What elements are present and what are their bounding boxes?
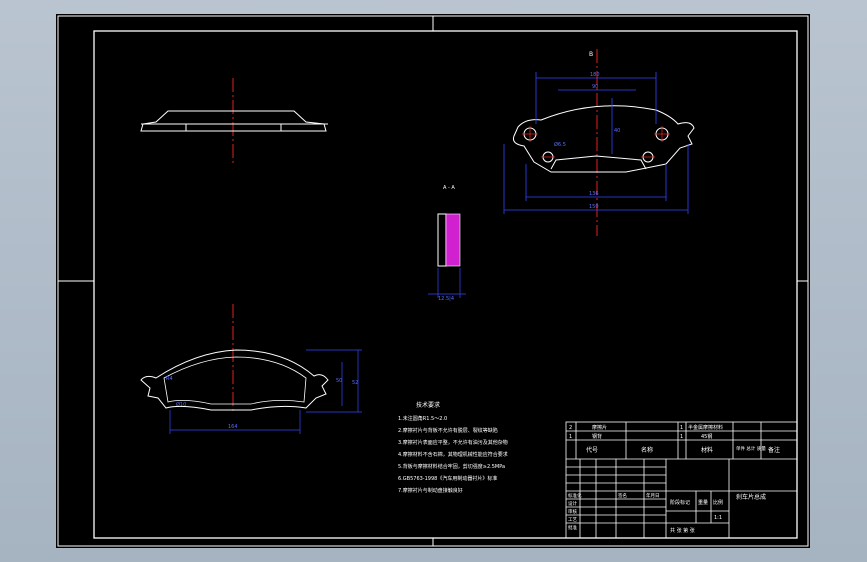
scale-value: 1:1	[714, 515, 722, 521]
dim-front-radius: R4	[166, 376, 173, 382]
stage-label: 阶段标记	[670, 499, 690, 506]
view-label-b: B	[589, 51, 593, 58]
label-approve: 批准	[568, 524, 577, 531]
part-row-2-material: 半金属摩擦材料	[688, 424, 723, 431]
part-row-1-name: 钢背	[592, 433, 602, 440]
label-standard: 标准化	[568, 492, 582, 499]
dim-overall: 180	[590, 72, 600, 78]
dim-bottom-span: 136	[589, 191, 599, 197]
part-row-2-no: 2	[569, 425, 572, 431]
dim-height: 40	[614, 128, 620, 134]
note-line: 5.背板与摩擦材料结合牢固，剪切强度≥2.5MPa	[398, 463, 505, 470]
scale-label: 比例	[713, 499, 723, 506]
dim-inner: 90	[592, 84, 598, 90]
dim-hole: Ø6.5	[554, 141, 566, 148]
part-row-1-qty: 1	[680, 434, 683, 440]
side-view	[140, 78, 328, 166]
dim-front-height-b: 52	[352, 380, 358, 386]
front-view: 164 52 50 R4 Ø10	[140, 304, 362, 434]
part-row-2-name: 摩擦片	[592, 424, 607, 431]
note-line: 3.摩擦衬片表面应平整，不允许有油污及其他杂物	[398, 439, 508, 446]
note-line: 2.摩擦衬片与背板不允许有脱层、裂纹等缺陷	[398, 427, 498, 434]
section-dim: 12.5|4	[438, 296, 454, 302]
technical-notes: 技术要求 1.未注圆角R1.5～2.0 2.摩擦衬片与背板不允许有脱层、裂纹等缺…	[398, 401, 508, 494]
drawing-viewport[interactable]: B 180 90 136 150 Ø6.5 40 A - A 12.5|4 16…	[56, 14, 810, 548]
label-date: 年月日	[646, 492, 660, 499]
note-line: 6.GB5763-1998《汽车用制动器衬片》标准	[398, 475, 497, 482]
section-view: A - A 12.5|4	[428, 185, 466, 302]
label-design: 设计	[568, 500, 577, 507]
note-line: 1.未注圆角R1.5～2.0	[398, 415, 447, 422]
header-name: 名称	[641, 446, 653, 454]
part-row-2-qty: 1	[680, 425, 683, 431]
top-view: B 180 90 136 150 Ø6.5 40	[503, 49, 695, 236]
front-dimensions	[169, 349, 362, 434]
header-mass: 单件 总计 质量	[736, 445, 766, 452]
dim-front-height-a: 50	[336, 378, 342, 384]
header-remark: 备注	[768, 446, 780, 454]
title-block-text: 2 摩擦片 半金属摩擦材料 1 1 钢背 45钢 1 代号 名称 材料 单件 总…	[568, 424, 780, 534]
notes-title: 技术要求	[416, 401, 440, 409]
part-row-1-material: 45钢	[701, 433, 712, 440]
header-material: 材料	[701, 446, 713, 454]
drawing-frame	[93, 30, 798, 539]
label-process: 工艺	[568, 517, 577, 523]
friction-material-section	[445, 213, 461, 267]
drawing-title: 刹车片总成	[736, 493, 766, 501]
sheet-label: 共 张 第 张	[670, 527, 695, 534]
backplate-top-outline	[513, 105, 695, 173]
part-row-1-no: 1	[569, 434, 572, 440]
weight-label: 重量	[698, 499, 708, 506]
cad-drawing: B 180 90 136 150 Ø6.5 40 A - A 12.5|4 16…	[57, 15, 809, 547]
note-line: 7.摩擦衬片与制动盘接触良好	[398, 487, 463, 494]
dim-outer: 150	[589, 204, 599, 210]
label-check: 审核	[568, 508, 577, 515]
dim-front-hole: Ø10	[176, 401, 186, 408]
note-line: 4.摩擦材料不含石棉，其物理机械性能应符合要求	[398, 451, 508, 458]
dim-front-width: 164	[228, 424, 238, 430]
header-no: 代号	[586, 446, 598, 454]
label-sign: 签名	[618, 492, 627, 499]
section-label: A - A	[443, 185, 455, 191]
